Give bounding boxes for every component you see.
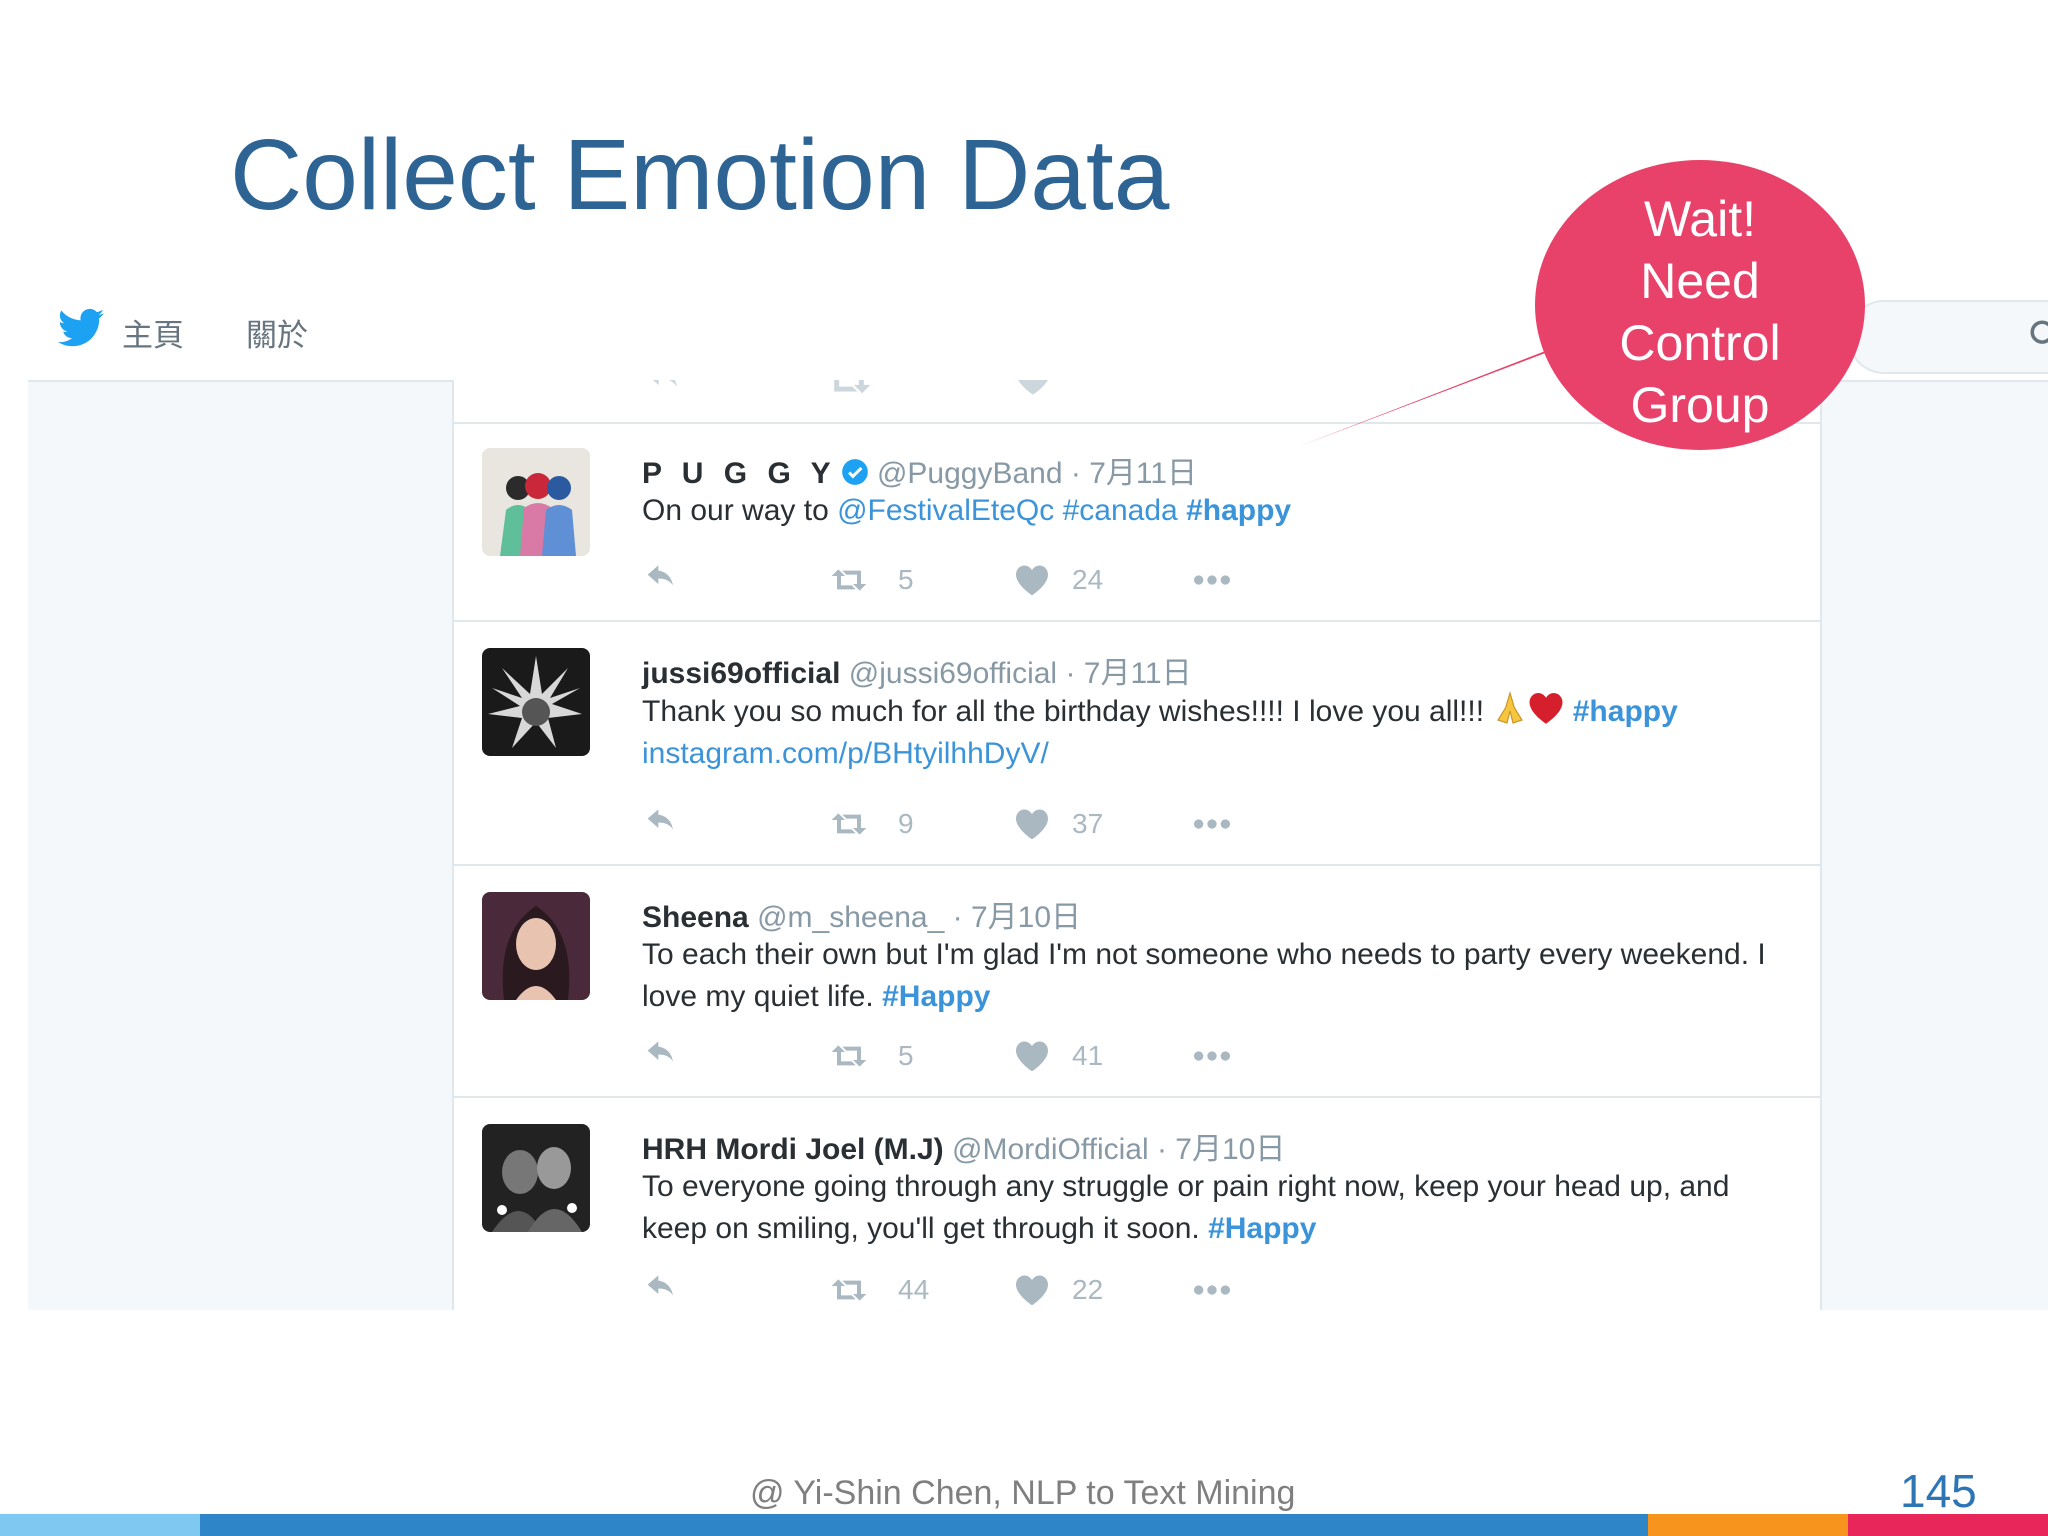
retweet-icon[interactable] <box>826 1274 872 1306</box>
tweet-actions: 5 24 <box>642 560 1262 600</box>
tweet-header: HRH Mordi Joel (M.J) @MordiOfficial · 7月… <box>642 1124 1285 1168</box>
avatar[interactable] <box>482 1124 590 1232</box>
tweet-date[interactable]: · 7月11日 <box>1071 457 1197 490</box>
reply-icon[interactable] <box>642 808 680 840</box>
tweet[interactable]: jussi69official @jussi69official · 7月11日… <box>454 622 1820 866</box>
callout-line: Group <box>1630 377 1770 433</box>
tweet-text: Thank you so much for all the birthday w… <box>642 690 1792 775</box>
twitter-bird-icon[interactable] <box>58 308 104 348</box>
tweet-author-name[interactable]: jussi69official <box>642 657 840 690</box>
tweet-actions: 44 22 <box>642 1270 1262 1310</box>
like-count: 41 <box>1072 1040 1104 1071</box>
heart-icon[interactable] <box>1014 1040 1050 1072</box>
tweet-hashtag-link[interactable]: #happy <box>1186 494 1291 527</box>
tweet-mention-link[interactable]: @FestivalEteQc <box>837 494 1054 527</box>
tweet-header: Sheena @m_sheena_ · 7月10日 <box>642 892 1081 936</box>
red-heart-icon <box>1529 693 1563 724</box>
footer-color-bar <box>0 1514 2048 1536</box>
retweet-icon[interactable] <box>826 1040 872 1072</box>
tweet-author-name[interactable]: Sheena <box>642 901 749 934</box>
tweet-date[interactable]: · 7月11日 <box>1065 657 1191 690</box>
callout-line: Control <box>1619 315 1781 371</box>
callout-line: Wait! <box>1643 191 1757 247</box>
tweet-url-link[interactable]: instagram.com/p/BHtyilhhDyV/ <box>642 737 1049 770</box>
tweet-hashtag-link[interactable]: #Happy <box>1208 1212 1316 1245</box>
tweet-actions: 9 37 <box>642 804 1262 844</box>
nav-about[interactable]: 關於 <box>246 310 308 355</box>
avatar[interactable] <box>482 892 590 1000</box>
tweet-text-plain: Thank you so much for all the birthday w… <box>642 695 1493 728</box>
avatar[interactable] <box>482 648 590 756</box>
heart-icon[interactable] <box>1014 808 1050 840</box>
nav-home[interactable]: 主頁 <box>122 310 184 355</box>
retweet-count: 9 <box>898 808 914 839</box>
retweet-count: 5 <box>898 564 914 595</box>
footer-credit: @ Yi-Shin Chen, NLP to Text Mining <box>750 1474 1296 1512</box>
tweet-author-handle[interactable]: @m_sheena_ <box>757 901 944 934</box>
tweet-hashtag-link[interactable]: #canada <box>1063 494 1178 527</box>
tweet-author-handle[interactable]: @jussi69official <box>849 657 1057 690</box>
tweet-timeline: P U G G Y @PuggyBand · 7月11日 On our way … <box>452 380 1822 1310</box>
tweet-text: To each their own but I'm glad I'm not s… <box>642 934 1792 1018</box>
like-count: 37 <box>1072 808 1104 839</box>
reply-icon[interactable] <box>642 564 680 596</box>
tweet-header: P U G G Y @PuggyBand · 7月11日 <box>642 448 1197 492</box>
retweet-icon[interactable] <box>826 808 872 840</box>
footer-bar-segment <box>1648 1514 1848 1536</box>
retweet-count: 5 <box>898 1040 914 1071</box>
retweet-icon[interactable] <box>826 564 872 596</box>
like-count: 24 <box>1072 564 1104 595</box>
more-icon[interactable] <box>1188 1040 1236 1072</box>
callout-line: Need <box>1640 253 1760 309</box>
footer-bar-segment <box>0 1514 200 1536</box>
footer-bar-segment <box>1848 1514 2048 1536</box>
tweet-date[interactable]: · 7月10日 <box>1157 1133 1285 1166</box>
tweet[interactable]: Sheena @m_sheena_ · 7月10日 To each their … <box>454 866 1820 1098</box>
search-icon[interactable] <box>2028 318 2048 352</box>
search-input[interactable] <box>1848 300 2048 374</box>
more-icon[interactable] <box>1188 808 1236 840</box>
tweet[interactable]: HRH Mordi Joel (M.J) @MordiOfficial · 7月… <box>454 1098 1820 1310</box>
tweet-author-handle[interactable]: @MordiOfficial <box>952 1133 1149 1166</box>
slide-title: Collect Emotion Data <box>230 119 1170 231</box>
heart-icon[interactable] <box>1014 564 1050 596</box>
retweet-icon[interactable] <box>826 380 872 400</box>
reply-icon[interactable] <box>642 1040 680 1072</box>
tweet-hashtag-link[interactable]: #happy <box>1573 695 1678 728</box>
reply-icon[interactable] <box>642 1274 680 1306</box>
retweet-count: 44 <box>898 1274 930 1305</box>
tweet-text: On our way to @FestivalEteQc #canada #ha… <box>642 490 1792 532</box>
tweet-author-handle[interactable]: @PuggyBand <box>877 457 1063 490</box>
tweet-date[interactable]: · 7月10日 <box>953 901 1081 934</box>
tweet-author-name[interactable]: P U G G Y <box>642 457 837 490</box>
tweet-hashtag-link[interactable]: #Happy <box>882 980 990 1013</box>
footer-bar-segment <box>200 1514 1648 1536</box>
praying-hands-icon <box>1497 690 1524 724</box>
like-count: 22 <box>1072 1274 1104 1305</box>
tweet-text: To everyone going through any struggle o… <box>642 1166 1792 1250</box>
heart-icon[interactable] <box>1014 1274 1050 1306</box>
more-icon[interactable] <box>1188 1274 1236 1306</box>
avatar[interactable] <box>482 448 590 556</box>
verified-badge-icon <box>841 459 868 485</box>
heart-icon[interactable] <box>1014 380 1052 396</box>
tweet-text-plain: To everyone going through any struggle o… <box>642 1170 1730 1245</box>
tweet-header: jussi69official @jussi69official · 7月11日 <box>642 648 1192 692</box>
tweet-actions: 5 41 <box>642 1036 1262 1076</box>
reply-icon[interactable] <box>642 380 682 400</box>
tweet-author-name[interactable]: HRH Mordi Joel (M.J) <box>642 1133 944 1166</box>
callout-text: Wait! Need Control Group <box>1535 188 1865 436</box>
more-icon[interactable] <box>1188 564 1236 596</box>
page-number: 145 <box>1900 1465 1977 1517</box>
tweet-text-plain: To each their own but I'm glad I'm not s… <box>642 938 1766 1013</box>
tweet-text-plain: On our way to <box>642 494 838 527</box>
